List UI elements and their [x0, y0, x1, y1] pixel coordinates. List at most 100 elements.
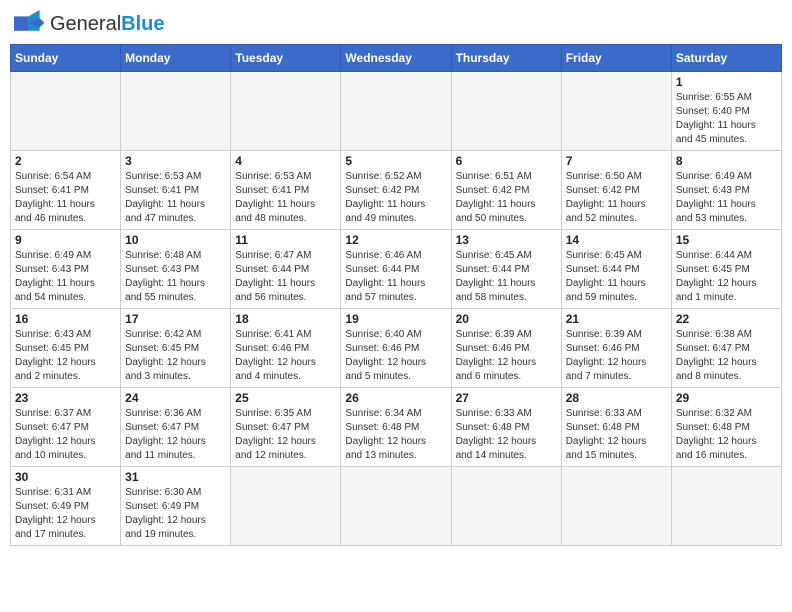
- calendar-cell: 30 Sunrise: 6:31 AM Sunset: 6:49 PM Dayli…: [11, 467, 121, 546]
- calendar-cell: 3 Sunrise: 6:53 AM Sunset: 6:41 PM Daylig…: [121, 151, 231, 230]
- calendar-cell: [451, 467, 561, 546]
- day-number: 22: [676, 312, 777, 326]
- calendar-cell: 8Sunrise: 6:49 AM Sunset: 6:43 PM Daylig…: [671, 151, 781, 230]
- day-info: Sunrise: 6:44 AM Sunset: 6:45 PM Dayligh…: [676, 249, 777, 305]
- calendar-cell: 2 Sunrise: 6:54 AM Sunset: 6:41 PM Daylig…: [11, 151, 121, 230]
- calendar-cell: [231, 467, 341, 546]
- calendar-cell: 25 Sunrise: 6:35 AM Sunset: 6:47 PM Dayli…: [231, 388, 341, 467]
- calendar-cell: [451, 72, 561, 151]
- day-info: Sunrise: 6:46 AM Sunset: 6:44 PM Dayligh…: [345, 249, 446, 305]
- weekday-header-sunday: Sunday: [11, 45, 121, 72]
- day-number: 17: [125, 312, 226, 326]
- calendar-cell: [561, 72, 671, 151]
- day-number: 5: [345, 154, 446, 168]
- calendar-cell: 22 Sunrise: 6:38 AM Sunset: 6:47 PM Dayli…: [671, 309, 781, 388]
- day-number: 18: [235, 312, 336, 326]
- day-info: Sunrise: 6:34 AM Sunset: 6:48 PM Dayligh…: [345, 407, 446, 463]
- day-info: Sunrise: 6:39 AM Sunset: 6:46 PM Dayligh…: [566, 328, 667, 384]
- calendar-cell: [341, 467, 451, 546]
- day-info: Sunrise: 6:40 AM Sunset: 6:46 PM Dayligh…: [345, 328, 446, 384]
- calendar-cell: 17 Sunrise: 6:42 AM Sunset: 6:45 PM Dayli…: [121, 309, 231, 388]
- logo-blue: Blue: [121, 13, 164, 35]
- calendar-cell: 11 Sunrise: 6:47 AM Sunset: 6:44 PM Dayli…: [231, 230, 341, 309]
- calendar-week-3: 9 Sunrise: 6:49 AM Sunset: 6:43 PM Daylig…: [11, 230, 782, 309]
- calendar-cell: 28Sunrise: 6:33 AM Sunset: 6:48 PM Dayli…: [561, 388, 671, 467]
- day-number: 7: [566, 154, 667, 168]
- day-info: Sunrise: 6:42 AM Sunset: 6:45 PM Dayligh…: [125, 328, 226, 384]
- day-number: 25: [235, 391, 336, 405]
- day-info: Sunrise: 6:53 AM Sunset: 6:41 PM Dayligh…: [235, 170, 336, 226]
- day-info: Sunrise: 6:50 AM Sunset: 6:42 PM Dayligh…: [566, 170, 667, 226]
- day-number: 14: [566, 233, 667, 247]
- calendar-body: 1 Sunrise: 6:55 AM Sunset: 6:40 PM Daylig…: [11, 72, 782, 546]
- weekday-header-saturday: Saturday: [671, 45, 781, 72]
- day-number: 1: [676, 75, 777, 89]
- calendar-cell: 1 Sunrise: 6:55 AM Sunset: 6:40 PM Daylig…: [671, 72, 781, 151]
- day-info: Sunrise: 6:35 AM Sunset: 6:47 PM Dayligh…: [235, 407, 336, 463]
- day-number: 21: [566, 312, 667, 326]
- day-info: Sunrise: 6:45 AM Sunset: 6:44 PM Dayligh…: [456, 249, 557, 305]
- day-number: 31: [125, 470, 226, 484]
- day-info: Sunrise: 6:36 AM Sunset: 6:47 PM Dayligh…: [125, 407, 226, 463]
- day-info: Sunrise: 6:55 AM Sunset: 6:40 PM Dayligh…: [676, 91, 777, 147]
- calendar-cell: 24 Sunrise: 6:36 AM Sunset: 6:47 PM Dayli…: [121, 388, 231, 467]
- calendar-week-1: 1 Sunrise: 6:55 AM Sunset: 6:40 PM Daylig…: [11, 72, 782, 151]
- calendar-week-5: 23Sunrise: 6:37 AM Sunset: 6:47 PM Dayli…: [11, 388, 782, 467]
- weekday-header-tuesday: Tuesday: [231, 45, 341, 72]
- day-info: Sunrise: 6:51 AM Sunset: 6:42 PM Dayligh…: [456, 170, 557, 226]
- logo: GeneralBlue: [14, 10, 165, 38]
- day-info: Sunrise: 6:52 AM Sunset: 6:42 PM Dayligh…: [345, 170, 446, 226]
- calendar-cell: 26 Sunrise: 6:34 AM Sunset: 6:48 PM Dayli…: [341, 388, 451, 467]
- calendar-cell: 29Sunrise: 6:32 AM Sunset: 6:48 PM Dayli…: [671, 388, 781, 467]
- calendar-cell: 27 Sunrise: 6:33 AM Sunset: 6:48 PM Dayli…: [451, 388, 561, 467]
- weekday-header-monday: Monday: [121, 45, 231, 72]
- day-number: 11: [235, 233, 336, 247]
- day-info: Sunrise: 6:53 AM Sunset: 6:41 PM Dayligh…: [125, 170, 226, 226]
- day-number: 19: [345, 312, 446, 326]
- calendar-week-6: 30 Sunrise: 6:31 AM Sunset: 6:49 PM Dayli…: [11, 467, 782, 546]
- day-info: Sunrise: 6:33 AM Sunset: 6:48 PM Dayligh…: [456, 407, 557, 463]
- page-header: GeneralBlue: [10, 10, 782, 38]
- day-number: 23: [15, 391, 116, 405]
- day-number: 10: [125, 233, 226, 247]
- logo-text: GeneralBlue: [50, 13, 165, 36]
- day-number: 3: [125, 154, 226, 168]
- day-info: Sunrise: 6:47 AM Sunset: 6:44 PM Dayligh…: [235, 249, 336, 305]
- calendar-cell: [11, 72, 121, 151]
- calendar-cell: 13Sunrise: 6:45 AM Sunset: 6:44 PM Dayli…: [451, 230, 561, 309]
- day-info: Sunrise: 6:31 AM Sunset: 6:49 PM Dayligh…: [15, 486, 116, 542]
- calendar-cell: 7 Sunrise: 6:50 AM Sunset: 6:42 PM Daylig…: [561, 151, 671, 230]
- day-number: 27: [456, 391, 557, 405]
- day-number: 15: [676, 233, 777, 247]
- calendar-cell: 16Sunrise: 6:43 AM Sunset: 6:45 PM Dayli…: [11, 309, 121, 388]
- day-number: 6: [456, 154, 557, 168]
- day-number: 26: [345, 391, 446, 405]
- day-info: Sunrise: 6:49 AM Sunset: 6:43 PM Dayligh…: [15, 249, 116, 305]
- day-number: 2: [15, 154, 116, 168]
- logo-icon: [14, 10, 46, 38]
- day-number: 9: [15, 233, 116, 247]
- day-number: 4: [235, 154, 336, 168]
- day-info: Sunrise: 6:54 AM Sunset: 6:41 PM Dayligh…: [15, 170, 116, 226]
- weekday-header-thursday: Thursday: [451, 45, 561, 72]
- day-info: Sunrise: 6:32 AM Sunset: 6:48 PM Dayligh…: [676, 407, 777, 463]
- day-number: 24: [125, 391, 226, 405]
- weekday-header-friday: Friday: [561, 45, 671, 72]
- calendar-cell: 18 Sunrise: 6:41 AM Sunset: 6:46 PM Dayli…: [231, 309, 341, 388]
- calendar-cell: 23Sunrise: 6:37 AM Sunset: 6:47 PM Dayli…: [11, 388, 121, 467]
- calendar-cell: 9 Sunrise: 6:49 AM Sunset: 6:43 PM Daylig…: [11, 230, 121, 309]
- day-info: Sunrise: 6:39 AM Sunset: 6:46 PM Dayligh…: [456, 328, 557, 384]
- calendar-cell: 5 Sunrise: 6:52 AM Sunset: 6:42 PM Daylig…: [341, 151, 451, 230]
- day-number: 20: [456, 312, 557, 326]
- calendar-cell: 12Sunrise: 6:46 AM Sunset: 6:44 PM Dayli…: [341, 230, 451, 309]
- day-info: Sunrise: 6:38 AM Sunset: 6:47 PM Dayligh…: [676, 328, 777, 384]
- day-info: Sunrise: 6:41 AM Sunset: 6:46 PM Dayligh…: [235, 328, 336, 384]
- calendar-cell: 21 Sunrise: 6:39 AM Sunset: 6:46 PM Dayli…: [561, 309, 671, 388]
- calendar-cell: [231, 72, 341, 151]
- calendar-cell: [671, 467, 781, 546]
- calendar-cell: 4 Sunrise: 6:53 AM Sunset: 6:41 PM Daylig…: [231, 151, 341, 230]
- day-number: 30: [15, 470, 116, 484]
- day-info: Sunrise: 6:30 AM Sunset: 6:49 PM Dayligh…: [125, 486, 226, 542]
- day-info: Sunrise: 6:49 AM Sunset: 6:43 PM Dayligh…: [676, 170, 777, 226]
- calendar-cell: 20 Sunrise: 6:39 AM Sunset: 6:46 PM Dayli…: [451, 309, 561, 388]
